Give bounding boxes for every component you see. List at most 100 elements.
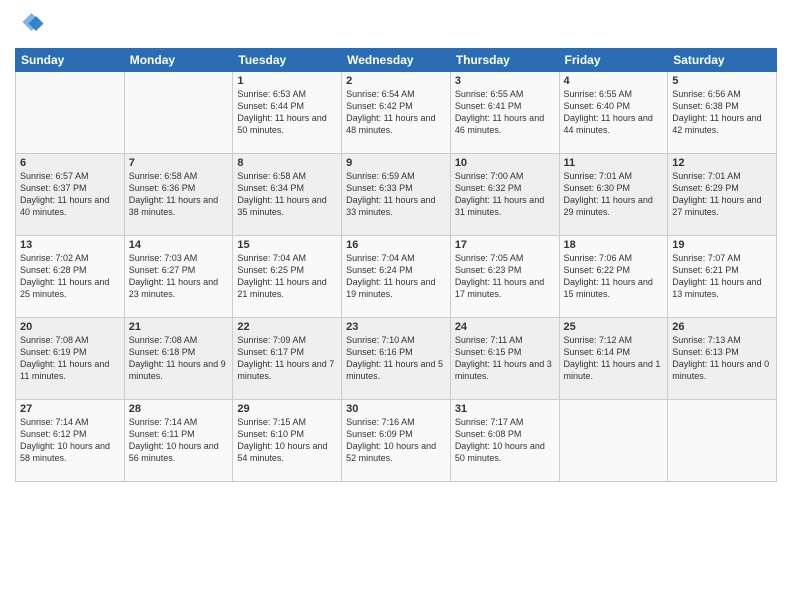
day-info: Sunrise: 7:08 AM Sunset: 6:19 PM Dayligh… xyxy=(20,334,120,383)
day-number: 6 xyxy=(20,157,120,169)
day-cell xyxy=(559,400,668,482)
day-cell: 2Sunrise: 6:54 AM Sunset: 6:42 PM Daylig… xyxy=(342,72,451,154)
day-cell: 11Sunrise: 7:01 AM Sunset: 6:30 PM Dayli… xyxy=(559,154,668,236)
day-cell: 23Sunrise: 7:10 AM Sunset: 6:16 PM Dayli… xyxy=(342,318,451,400)
day-number: 27 xyxy=(20,403,120,415)
day-cell: 14Sunrise: 7:03 AM Sunset: 6:27 PM Dayli… xyxy=(124,236,233,318)
day-number: 19 xyxy=(672,239,772,251)
day-number: 23 xyxy=(346,321,446,333)
day-info: Sunrise: 7:15 AM Sunset: 6:10 PM Dayligh… xyxy=(237,416,337,465)
day-cell: 18Sunrise: 7:06 AM Sunset: 6:22 PM Dayli… xyxy=(559,236,668,318)
day-cell: 4Sunrise: 6:55 AM Sunset: 6:40 PM Daylig… xyxy=(559,72,668,154)
day-cell: 28Sunrise: 7:14 AM Sunset: 6:11 PM Dayli… xyxy=(124,400,233,482)
col-header-thursday: Thursday xyxy=(450,49,559,72)
day-info: Sunrise: 7:08 AM Sunset: 6:18 PM Dayligh… xyxy=(129,334,229,383)
day-number: 4 xyxy=(564,75,664,87)
day-info: Sunrise: 6:58 AM Sunset: 6:34 PM Dayligh… xyxy=(237,170,337,219)
day-cell: 12Sunrise: 7:01 AM Sunset: 6:29 PM Dayli… xyxy=(668,154,777,236)
day-cell: 7Sunrise: 6:58 AM Sunset: 6:36 PM Daylig… xyxy=(124,154,233,236)
day-info: Sunrise: 6:58 AM Sunset: 6:36 PM Dayligh… xyxy=(129,170,229,219)
day-number: 28 xyxy=(129,403,229,415)
col-header-tuesday: Tuesday xyxy=(233,49,342,72)
week-row-2: 6Sunrise: 6:57 AM Sunset: 6:37 PM Daylig… xyxy=(16,154,777,236)
day-info: Sunrise: 6:55 AM Sunset: 6:40 PM Dayligh… xyxy=(564,88,664,137)
day-number: 9 xyxy=(346,157,446,169)
day-number: 2 xyxy=(346,75,446,87)
day-number: 29 xyxy=(237,403,337,415)
day-info: Sunrise: 6:59 AM Sunset: 6:33 PM Dayligh… xyxy=(346,170,446,219)
day-info: Sunrise: 7:04 AM Sunset: 6:25 PM Dayligh… xyxy=(237,252,337,301)
day-number: 25 xyxy=(564,321,664,333)
day-info: Sunrise: 6:56 AM Sunset: 6:38 PM Dayligh… xyxy=(672,88,772,137)
day-cell: 15Sunrise: 7:04 AM Sunset: 6:25 PM Dayli… xyxy=(233,236,342,318)
week-row-5: 27Sunrise: 7:14 AM Sunset: 6:12 PM Dayli… xyxy=(16,400,777,482)
day-cell: 9Sunrise: 6:59 AM Sunset: 6:33 PM Daylig… xyxy=(342,154,451,236)
day-info: Sunrise: 7:14 AM Sunset: 6:11 PM Dayligh… xyxy=(129,416,229,465)
day-cell: 31Sunrise: 7:17 AM Sunset: 6:08 PM Dayli… xyxy=(450,400,559,482)
col-header-friday: Friday xyxy=(559,49,668,72)
day-number: 26 xyxy=(672,321,772,333)
day-info: Sunrise: 7:13 AM Sunset: 6:13 PM Dayligh… xyxy=(672,334,772,383)
day-info: Sunrise: 7:17 AM Sunset: 6:08 PM Dayligh… xyxy=(455,416,555,465)
day-info: Sunrise: 7:06 AM Sunset: 6:22 PM Dayligh… xyxy=(564,252,664,301)
col-header-monday: Monday xyxy=(124,49,233,72)
header-row: SundayMondayTuesdayWednesdayThursdayFrid… xyxy=(16,49,777,72)
day-cell: 26Sunrise: 7:13 AM Sunset: 6:13 PM Dayli… xyxy=(668,318,777,400)
day-cell: 16Sunrise: 7:04 AM Sunset: 6:24 PM Dayli… xyxy=(342,236,451,318)
day-info: Sunrise: 7:09 AM Sunset: 6:17 PM Dayligh… xyxy=(237,334,337,383)
week-row-4: 20Sunrise: 7:08 AM Sunset: 6:19 PM Dayli… xyxy=(16,318,777,400)
day-number: 5 xyxy=(672,75,772,87)
day-number: 22 xyxy=(237,321,337,333)
day-info: Sunrise: 7:02 AM Sunset: 6:28 PM Dayligh… xyxy=(20,252,120,301)
day-info: Sunrise: 7:07 AM Sunset: 6:21 PM Dayligh… xyxy=(672,252,772,301)
col-header-saturday: Saturday xyxy=(668,49,777,72)
day-info: Sunrise: 6:57 AM Sunset: 6:37 PM Dayligh… xyxy=(20,170,120,219)
day-number: 7 xyxy=(129,157,229,169)
day-number: 21 xyxy=(129,321,229,333)
day-number: 12 xyxy=(672,157,772,169)
col-header-sunday: Sunday xyxy=(16,49,125,72)
day-number: 14 xyxy=(129,239,229,251)
day-cell: 27Sunrise: 7:14 AM Sunset: 6:12 PM Dayli… xyxy=(16,400,125,482)
day-info: Sunrise: 7:11 AM Sunset: 6:15 PM Dayligh… xyxy=(455,334,555,383)
day-number: 8 xyxy=(237,157,337,169)
day-cell: 19Sunrise: 7:07 AM Sunset: 6:21 PM Dayli… xyxy=(668,236,777,318)
day-info: Sunrise: 7:01 AM Sunset: 6:29 PM Dayligh… xyxy=(672,170,772,219)
day-cell: 1Sunrise: 6:53 AM Sunset: 6:44 PM Daylig… xyxy=(233,72,342,154)
logo xyxy=(15,10,47,40)
day-number: 16 xyxy=(346,239,446,251)
day-cell: 17Sunrise: 7:05 AM Sunset: 6:23 PM Dayli… xyxy=(450,236,559,318)
day-cell: 10Sunrise: 7:00 AM Sunset: 6:32 PM Dayli… xyxy=(450,154,559,236)
day-info: Sunrise: 7:03 AM Sunset: 6:27 PM Dayligh… xyxy=(129,252,229,301)
day-cell xyxy=(668,400,777,482)
day-info: Sunrise: 7:01 AM Sunset: 6:30 PM Dayligh… xyxy=(564,170,664,219)
day-info: Sunrise: 7:05 AM Sunset: 6:23 PM Dayligh… xyxy=(455,252,555,301)
day-number: 20 xyxy=(20,321,120,333)
day-number: 3 xyxy=(455,75,555,87)
calendar-table: SundayMondayTuesdayWednesdayThursdayFrid… xyxy=(15,48,777,482)
day-info: Sunrise: 6:54 AM Sunset: 6:42 PM Dayligh… xyxy=(346,88,446,137)
day-cell: 3Sunrise: 6:55 AM Sunset: 6:41 PM Daylig… xyxy=(450,72,559,154)
day-number: 31 xyxy=(455,403,555,415)
week-row-3: 13Sunrise: 7:02 AM Sunset: 6:28 PM Dayli… xyxy=(16,236,777,318)
day-number: 13 xyxy=(20,239,120,251)
day-cell: 8Sunrise: 6:58 AM Sunset: 6:34 PM Daylig… xyxy=(233,154,342,236)
day-number: 11 xyxy=(564,157,664,169)
day-cell: 20Sunrise: 7:08 AM Sunset: 6:19 PM Dayli… xyxy=(16,318,125,400)
day-cell: 21Sunrise: 7:08 AM Sunset: 6:18 PM Dayli… xyxy=(124,318,233,400)
day-info: Sunrise: 7:00 AM Sunset: 6:32 PM Dayligh… xyxy=(455,170,555,219)
day-cell xyxy=(16,72,125,154)
day-number: 18 xyxy=(564,239,664,251)
day-info: Sunrise: 6:55 AM Sunset: 6:41 PM Dayligh… xyxy=(455,88,555,137)
day-number: 1 xyxy=(237,75,337,87)
col-header-wednesday: Wednesday xyxy=(342,49,451,72)
day-cell: 5Sunrise: 6:56 AM Sunset: 6:38 PM Daylig… xyxy=(668,72,777,154)
day-number: 24 xyxy=(455,321,555,333)
day-cell: 6Sunrise: 6:57 AM Sunset: 6:37 PM Daylig… xyxy=(16,154,125,236)
day-cell: 24Sunrise: 7:11 AM Sunset: 6:15 PM Dayli… xyxy=(450,318,559,400)
day-cell: 25Sunrise: 7:12 AM Sunset: 6:14 PM Dayli… xyxy=(559,318,668,400)
day-info: Sunrise: 7:16 AM Sunset: 6:09 PM Dayligh… xyxy=(346,416,446,465)
day-info: Sunrise: 7:10 AM Sunset: 6:16 PM Dayligh… xyxy=(346,334,446,383)
day-info: Sunrise: 7:14 AM Sunset: 6:12 PM Dayligh… xyxy=(20,416,120,465)
day-cell: 22Sunrise: 7:09 AM Sunset: 6:17 PM Dayli… xyxy=(233,318,342,400)
